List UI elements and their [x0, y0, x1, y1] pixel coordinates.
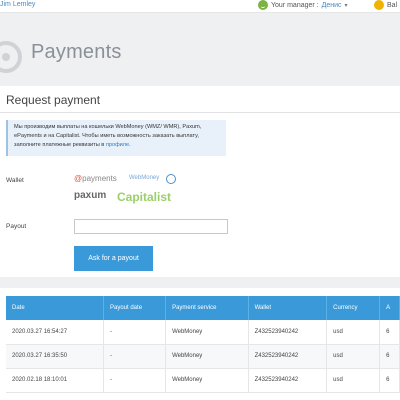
- table-row: 2020.03.27 16:35:50 - WebMoney Z43252394…: [6, 344, 400, 369]
- payout-label: Payout: [6, 223, 27, 230]
- payments-logo-icon: [0, 41, 22, 73]
- cell-date: 2020.02.18 18:10:01: [6, 368, 104, 393]
- payout-input[interactable]: [74, 219, 228, 234]
- cell-payment-service: WebMoney: [165, 344, 249, 369]
- page-header: Payments: [0, 14, 400, 86]
- table-row: 2020.02.18 18:10:01 - WebMoney Z43252394…: [6, 368, 400, 393]
- notice-end: .: [129, 142, 131, 148]
- manager-menu[interactable]: Your manager : Денис ▾: [258, 0, 348, 10]
- coin-icon: [374, 0, 384, 10]
- col-date[interactable]: Date: [6, 296, 104, 320]
- cell-wallet: Z432523940242: [248, 368, 328, 393]
- cell-amount: 6: [379, 320, 400, 345]
- payout-notice: Мы производим выплаты на кошельки WebMon…: [6, 120, 226, 156]
- cell-wallet: Z432523940242: [248, 344, 328, 369]
- capitalist-logo[interactable]: Capitalist: [117, 190, 171, 204]
- balance-label: Bal: [387, 1, 398, 9]
- wallet-label: Wallet: [6, 177, 24, 184]
- epayments-logo[interactable]: @payments: [74, 174, 117, 183]
- request-payment-title: Request payment: [6, 93, 101, 107]
- cell-date: 2020.03.27 16:35:50: [6, 344, 104, 369]
- cell-currency: usd: [326, 320, 381, 345]
- table-row: 2020.03.27 16:54:27 - WebMoney Z43252394…: [6, 320, 400, 345]
- payouts-table: Date Payout date Payment service Wallet …: [6, 296, 400, 393]
- page-title: Payments: [31, 41, 122, 63]
- col-wallet[interactable]: Wallet: [248, 296, 328, 320]
- cell-wallet: Z432523940242: [248, 320, 328, 345]
- chevron-down-icon: ▾: [344, 2, 348, 9]
- manager-name: Денис: [321, 1, 342, 9]
- request-payment-card: Request payment Мы производим выплаты на…: [0, 86, 400, 277]
- paxum-logo[interactable]: paxum: [74, 190, 106, 201]
- webmoney-globe-icon: [166, 174, 176, 184]
- epayments-text: payments: [82, 174, 117, 183]
- col-currency[interactable]: Currency: [326, 296, 381, 320]
- user-name-link[interactable]: Jim Lemley: [0, 1, 35, 8]
- table-header-row: Date Payout date Payment service Wallet …: [6, 296, 400, 320]
- cell-date: 2020.03.27 16:54:27: [6, 320, 104, 345]
- webmoney-logo[interactable]: WebMoney: [129, 175, 159, 181]
- cell-payout-date: -: [103, 368, 167, 393]
- ask-for-payout-button[interactable]: Ask for a payout: [74, 246, 153, 271]
- balance-menu[interactable]: Bal: [374, 0, 397, 10]
- col-payment-service[interactable]: Payment service: [165, 296, 249, 320]
- manager-label: Your manager :: [271, 1, 319, 9]
- epayments-at-symbol: @: [74, 174, 83, 183]
- col-amount[interactable]: A: [379, 296, 400, 320]
- cell-currency: usd: [326, 368, 381, 393]
- cell-payment-service: WebMoney: [165, 368, 249, 393]
- top-bar: Jim Lemley Your manager : Денис ▾ Bal: [0, 0, 400, 13]
- cell-payout-date: -: [103, 344, 167, 369]
- profile-link[interactable]: профиле: [106, 142, 129, 148]
- smile-icon: [258, 0, 268, 10]
- cell-payment-service: WebMoney: [165, 320, 249, 345]
- cell-payout-date: -: [103, 320, 167, 345]
- wallet-logos: @payments WebMoney paxum Capitalist: [74, 174, 194, 208]
- payouts-table-card: Date Payout date Payment service Wallet …: [0, 288, 400, 400]
- col-payout-date[interactable]: Payout date: [103, 296, 167, 320]
- divider: [0, 112, 400, 113]
- cell-amount: 6: [379, 344, 400, 369]
- cell-currency: usd: [326, 344, 381, 369]
- cell-amount: 6: [379, 368, 400, 393]
